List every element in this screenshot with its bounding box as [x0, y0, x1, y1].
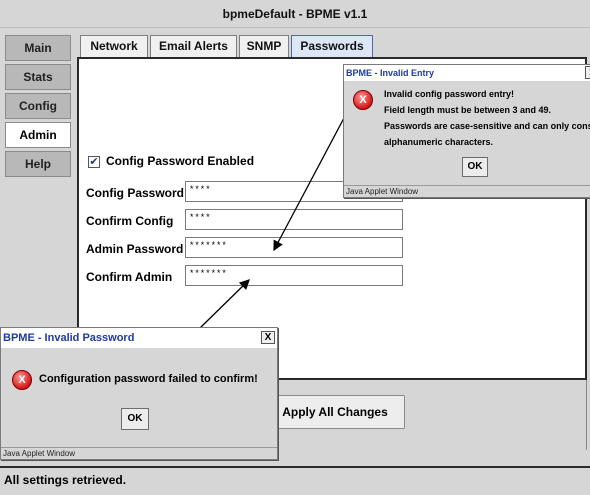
nav-item-help[interactable]: Help: [5, 151, 71, 177]
nav-item-admin[interactable]: Admin: [5, 122, 71, 148]
invalid-entry-message-line: Invalid config password entry!: [384, 89, 515, 99]
admin-password-input[interactable]: *******: [185, 237, 403, 258]
invalid-password-message: Configuration password failed to confirm…: [39, 373, 258, 385]
invalid-password-dialog-title: BPME - Invalid Password: [1, 328, 277, 348]
invalid-password-dialog: BPME - Invalid Password X X Configuratio…: [0, 327, 278, 460]
invalid-entry-dialog: BPME - Invalid Entry x X Invalid config …: [343, 64, 590, 198]
side-nav: Main Stats Config Admin Help: [5, 35, 73, 180]
config-password-enabled-label: Config Password Enabled: [106, 154, 255, 168]
window-title: bpmeDefault - BPME v1.1: [0, 0, 590, 28]
applet-window-footer: Java Applet Window: [1, 447, 277, 459]
applet-window: bpmeDefault - BPME v1.1 Main Stats Confi…: [0, 0, 590, 495]
tab-email-alerts[interactable]: Email Alerts: [150, 35, 237, 57]
apply-all-changes-button[interactable]: Apply All Changes: [265, 395, 405, 429]
nav-item-stats[interactable]: Stats: [5, 64, 71, 90]
invalid-entry-dialog-title: BPME - Invalid Entry: [344, 65, 590, 81]
invalid-entry-message-line: Field length must be between 3 and 49.: [384, 105, 552, 115]
invalid-entry-message-line: Passwords are case-sensitive and can onl…: [384, 121, 590, 131]
tab-snmp[interactable]: SNMP: [239, 35, 289, 57]
close-icon[interactable]: X: [261, 331, 275, 344]
confirm-config-input[interactable]: ****: [185, 209, 403, 230]
confirm-admin-label: Confirm Admin: [86, 270, 173, 284]
tab-passwords[interactable]: Passwords: [291, 35, 373, 57]
confirm-config-label: Confirm Config: [86, 214, 174, 228]
config-password-enabled-row[interactable]: ✔ Config Password Enabled: [88, 154, 254, 168]
nav-item-config[interactable]: Config: [5, 93, 71, 119]
close-icon[interactable]: x: [585, 66, 590, 79]
invalid-entry-ok-button[interactable]: OK: [462, 157, 488, 177]
error-icon: X: [353, 90, 373, 110]
invalid-password-ok-button[interactable]: OK: [121, 408, 149, 430]
config-password-label: Config Password: [86, 186, 185, 200]
status-bar: All settings retrieved.: [0, 466, 590, 495]
error-icon: X: [12, 370, 32, 390]
invalid-entry-message-line: alphanumeric characters.: [384, 137, 494, 147]
applet-window-footer: Java Applet Window: [344, 185, 590, 197]
config-password-enabled-checkbox[interactable]: ✔: [88, 155, 100, 168]
confirm-admin-input[interactable]: *******: [185, 265, 403, 286]
tab-network[interactable]: Network: [80, 35, 148, 57]
nav-item-main[interactable]: Main: [5, 35, 71, 61]
admin-password-label: Admin Password: [86, 242, 184, 256]
